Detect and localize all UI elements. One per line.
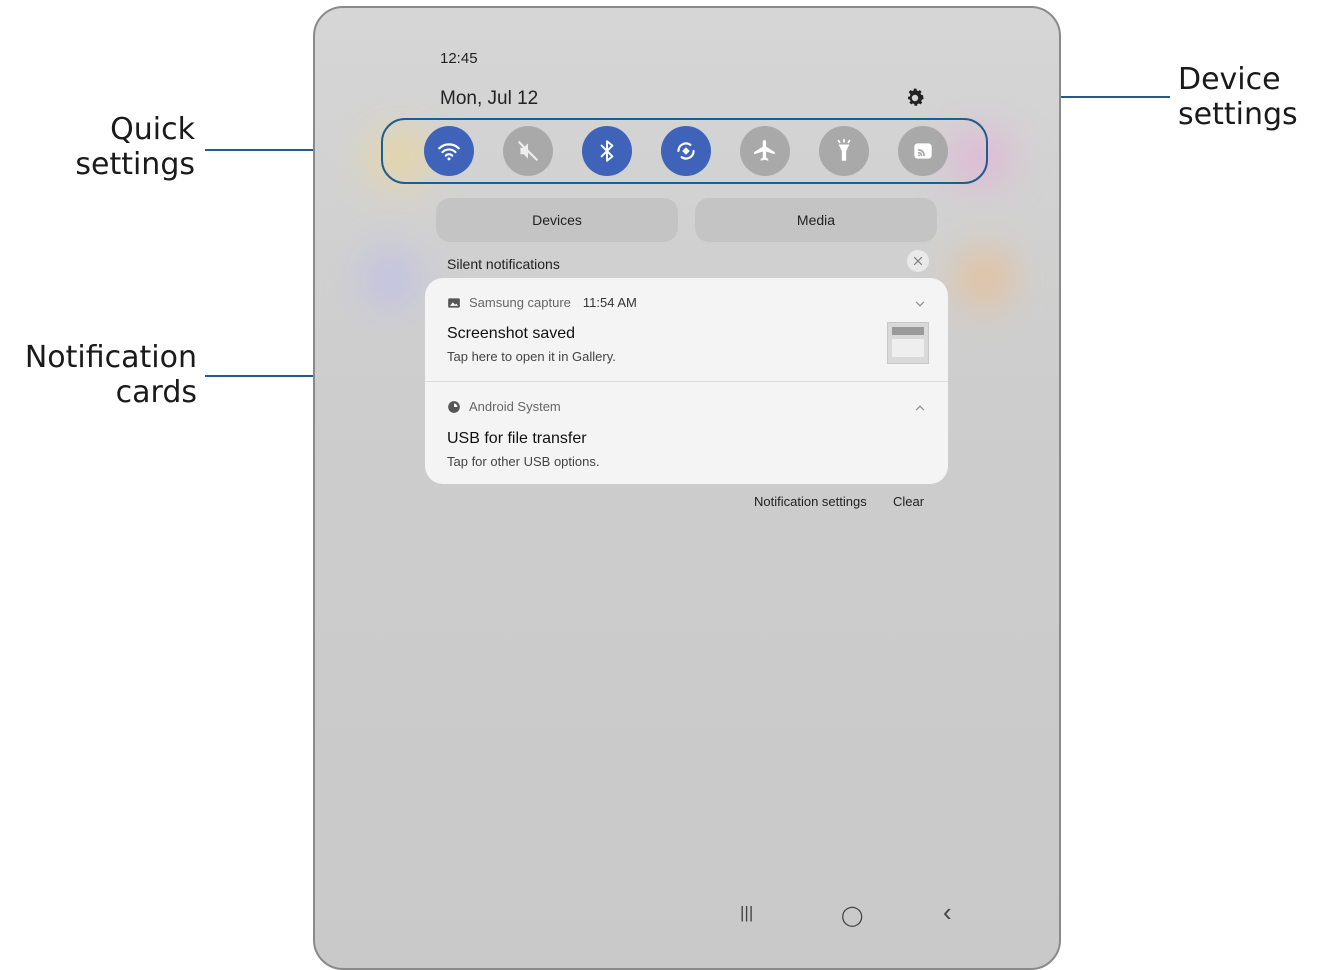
notification-cards: Samsung capture 11:54 AM Screenshot save…	[425, 278, 948, 484]
callout-notification-cards-line1: Notification	[24, 340, 197, 375]
callout-quick-settings-line1: Quick	[110, 112, 195, 147]
back-button[interactable]: ‹	[943, 897, 952, 928]
smart-view-toggle[interactable]	[898, 126, 948, 176]
mute-icon	[518, 141, 538, 161]
chevron-down-icon[interactable]	[913, 297, 927, 311]
rotate-icon	[677, 142, 695, 160]
background-glow	[360, 248, 420, 308]
flashlight-toggle[interactable]	[819, 126, 869, 176]
cast-icon	[914, 143, 932, 159]
callout-notification-cards: Notification cards	[0, 340, 197, 410]
notification-title: Screenshot saved	[447, 325, 576, 342]
wifi-toggle[interactable]	[424, 126, 474, 176]
chevron-up-icon[interactable]	[913, 401, 927, 415]
callout-device-settings-line2: settings	[1178, 97, 1298, 132]
airplane-icon	[754, 140, 775, 161]
android-system-icon	[448, 400, 460, 413]
auto-rotate-toggle[interactable]	[661, 126, 711, 176]
silent-notifications-label: Silent notifications	[447, 256, 560, 272]
notification-app-name: Android System	[469, 399, 561, 414]
status-time: 12:45	[440, 50, 478, 67]
callout-device-settings-line1: Device	[1178, 62, 1281, 97]
notification-card[interactable]: Android System USB for file transfer Tap…	[425, 382, 948, 484]
notification-app-row: Android System	[447, 399, 561, 414]
image-icon	[448, 297, 460, 308]
home-button[interactable]: ◯	[841, 903, 863, 928]
devices-button[interactable]: Devices	[436, 198, 678, 242]
gear-icon[interactable]	[904, 87, 926, 109]
notification-settings-link[interactable]: Notification settings	[754, 494, 867, 509]
wifi-icon	[438, 143, 460, 161]
callout-device-settings: Device settings	[1178, 62, 1318, 132]
close-icon	[913, 256, 923, 266]
notification-card[interactable]: Samsung capture 11:54 AM Screenshot save…	[425, 278, 948, 381]
sound-toggle[interactable]	[503, 126, 553, 176]
recents-button[interactable]: |||	[740, 903, 753, 923]
notification-app-row: Samsung capture 11:54 AM	[447, 295, 637, 310]
notification-subtitle: Tap for other USB options.	[447, 454, 600, 469]
airplane-mode-toggle[interactable]	[740, 126, 790, 176]
callout-notification-cards-line2: cards	[115, 375, 197, 410]
screenshot-thumbnail	[887, 322, 929, 364]
callout-quick-settings-line2: settings	[75, 147, 195, 182]
notification-app-name: Samsung capture	[469, 295, 571, 310]
notification-subtitle: Tap here to open it in Gallery.	[447, 349, 616, 364]
flashlight-icon	[837, 138, 851, 161]
quick-settings-row	[424, 126, 948, 176]
close-silent-notifications-button[interactable]	[907, 250, 929, 272]
notification-title: USB for file transfer	[447, 430, 587, 447]
bluetooth-toggle[interactable]	[582, 126, 632, 176]
notification-time: 11:54 AM	[582, 295, 637, 310]
date-label: Mon, Jul 12	[440, 88, 539, 109]
bluetooth-icon	[600, 140, 614, 162]
callout-quick-settings: Quick settings	[40, 112, 195, 182]
tablet-screen: 12:45 Mon, Jul 12 Devices Media Silent n…	[313, 6, 1061, 970]
background-glow	[955, 248, 1015, 308]
media-button[interactable]: Media	[695, 198, 937, 242]
clear-button[interactable]: Clear	[893, 494, 924, 509]
